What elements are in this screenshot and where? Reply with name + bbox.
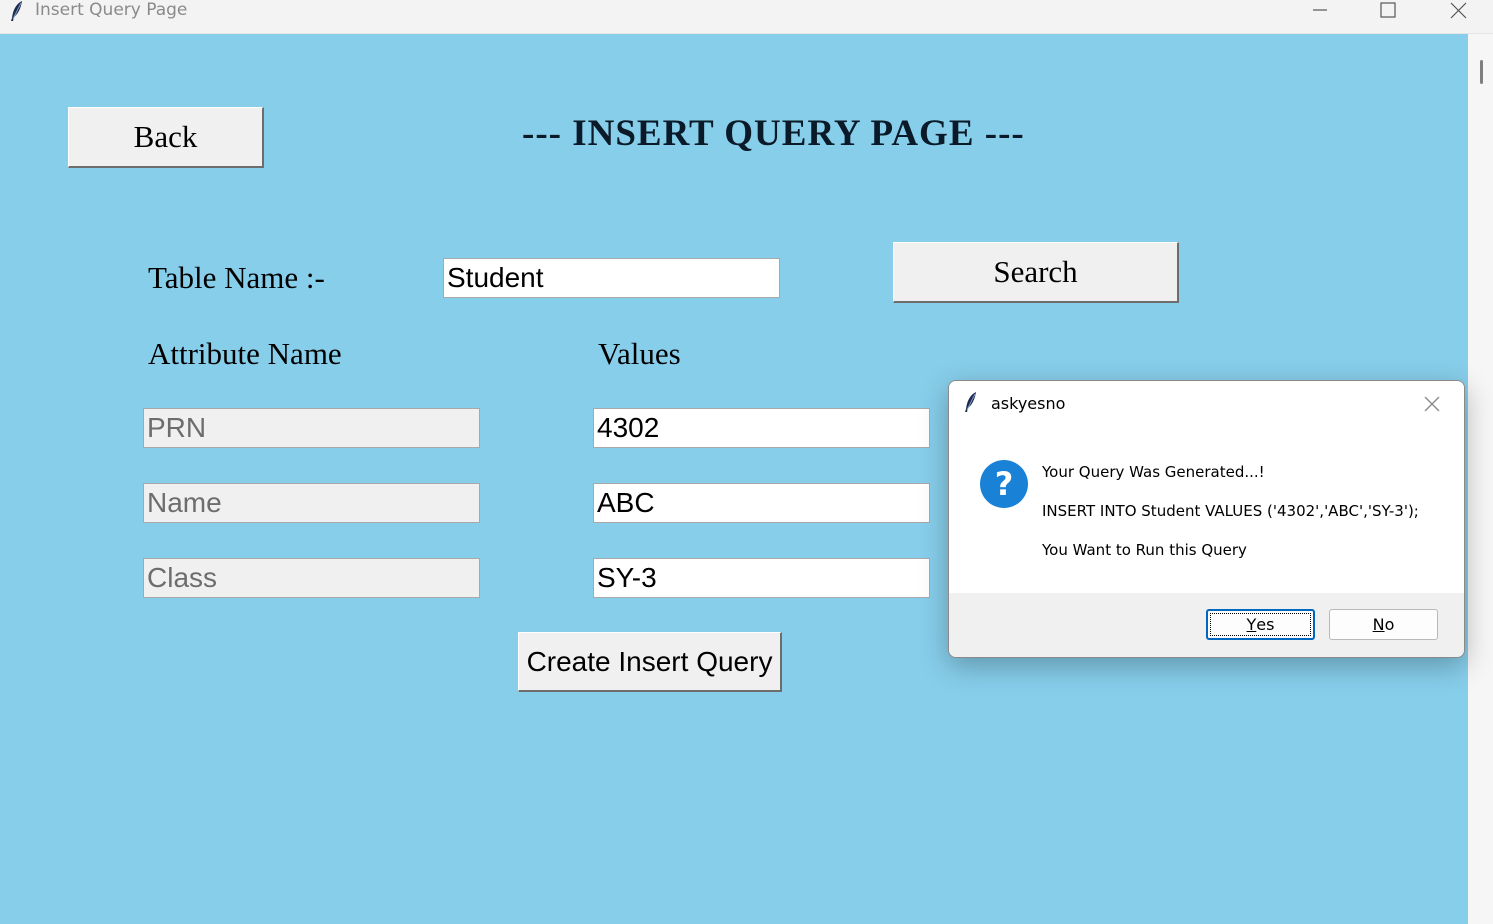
value-field-class[interactable]: SY-3 xyxy=(593,558,930,598)
dialog-body: ? Your Query Was Generated...! INSERT IN… xyxy=(949,426,1464,593)
window-title: Insert Query Page xyxy=(35,0,188,20)
dialog-footer: Yes No xyxy=(949,593,1464,657)
question-icon: ? xyxy=(980,460,1028,508)
search-button[interactable]: Search xyxy=(893,242,1179,303)
attribute-name-header: Attribute Name xyxy=(148,336,342,371)
no-label-rest: o xyxy=(1384,615,1395,634)
close-icon[interactable] xyxy=(1428,0,1488,22)
dialog-message-line2: INSERT INTO Student VALUES ('4302','ABC'… xyxy=(1042,502,1419,520)
table-name-label: Table Name :- xyxy=(148,260,325,295)
dialog-message-line1: Your Query Was Generated...! xyxy=(1042,463,1265,481)
feather-icon xyxy=(11,1,22,21)
create-insert-query-button[interactable]: Create Insert Query xyxy=(518,632,782,692)
values-header: Values xyxy=(598,336,681,371)
window-titlebar: Insert Query Page xyxy=(0,0,1493,34)
attribute-field-prn: PRN xyxy=(143,408,480,448)
back-button[interactable]: Back xyxy=(68,107,264,168)
yes-button[interactable]: Yes xyxy=(1206,609,1315,640)
attribute-field-name: Name xyxy=(143,483,480,523)
no-mnemonic: N xyxy=(1372,615,1385,634)
value-field-prn[interactable]: 4302 xyxy=(593,408,930,448)
confirm-dialog: askyesno ? Your Query Was Generated...! … xyxy=(948,380,1465,658)
yes-label-rest: es xyxy=(1256,615,1275,634)
attribute-field-class: Class xyxy=(143,558,480,598)
maximize-icon[interactable] xyxy=(1358,0,1418,22)
scrollbar[interactable] xyxy=(1468,34,1493,924)
dialog-title: askyesno xyxy=(991,394,1066,413)
feather-icon xyxy=(965,392,976,412)
page-title: --- INSERT QUERY PAGE --- xyxy=(522,113,1025,154)
minimize-icon[interactable] xyxy=(1290,0,1350,22)
table-name-input[interactable]: Student xyxy=(443,258,780,298)
yes-mnemonic: Y xyxy=(1246,615,1257,634)
dialog-message-line3: You Want to Run this Query xyxy=(1042,541,1247,559)
dialog-close-icon[interactable] xyxy=(1421,393,1443,415)
value-field-name[interactable]: ABC xyxy=(593,483,930,523)
dialog-titlebar: askyesno xyxy=(949,381,1464,426)
no-button[interactable]: No xyxy=(1329,609,1438,640)
scrollbar-thumb[interactable] xyxy=(1480,60,1483,84)
